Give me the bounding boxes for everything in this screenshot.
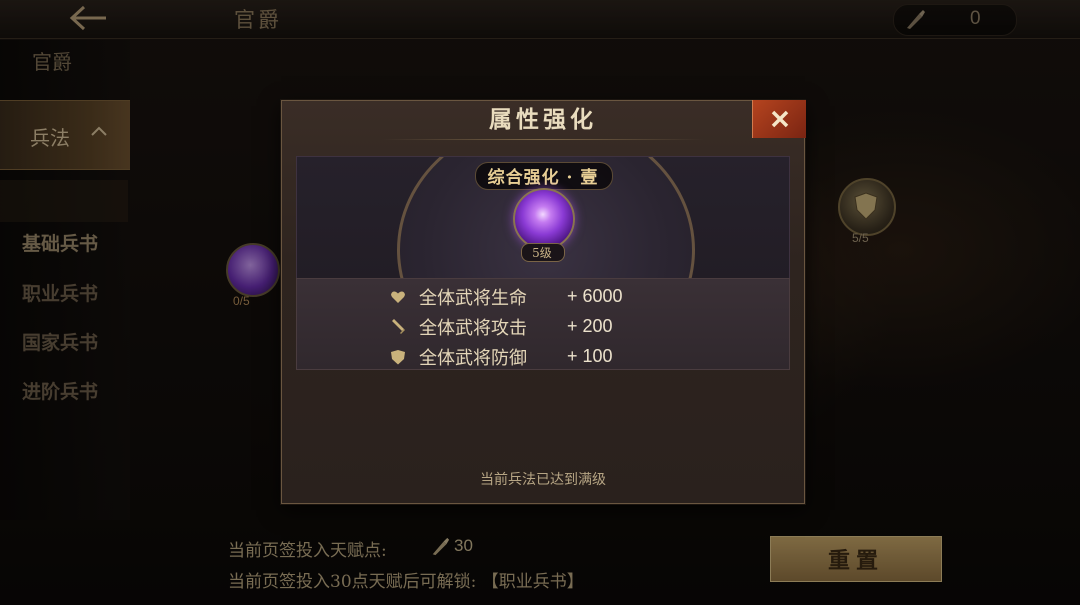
skill-level: 5级 (532, 246, 552, 260)
skill-orb-icon (513, 188, 575, 250)
stat-row-attack: 全体武将攻击 + 200 (297, 312, 789, 342)
close-icon (771, 110, 788, 128)
max-level-note: 当前兵法已达到满级 (480, 472, 606, 488)
stat-label: 全体武将防御 (419, 348, 527, 369)
stat-list: 全体武将生命 + 6000 全体武将攻击 + 200 全体武将防御 + 100 (296, 278, 790, 370)
stat-label: 全体武将生命 (419, 288, 527, 309)
title-divider (382, 139, 704, 140)
attribute-enhance-dialog: 属性强化 综合强化 · 壹 5级 全体武将生命 + 6000 全体武将攻击 + … (281, 100, 806, 504)
stat-row-hp: 全体武将生命 + 6000 (297, 282, 789, 312)
stat-value: + 6000 (567, 286, 623, 306)
stat-value: + 200 (567, 316, 613, 336)
close-button[interactable] (752, 100, 806, 138)
dialog-title: 属性强化 (489, 106, 597, 133)
sword-icon (392, 319, 405, 334)
heart-icon (391, 291, 405, 303)
stat-label: 全体武将攻击 (419, 318, 527, 339)
stat-value: + 100 (567, 346, 613, 366)
skill-name: 综合强化 · 壹 (487, 168, 599, 188)
stat-row-defense: 全体武将防御 + 100 (297, 342, 789, 372)
shield-icon (391, 350, 405, 365)
skill-banner: 综合强化 · 壹 5级 (296, 156, 790, 280)
